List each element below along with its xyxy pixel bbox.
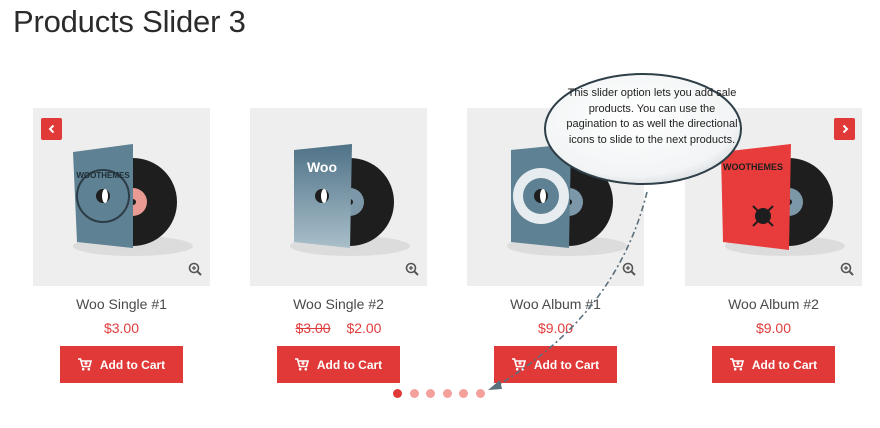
slider-next-button[interactable] <box>834 118 855 140</box>
pagination-dot[interactable] <box>442 389 452 398</box>
add-to-cart-label: Add to Cart <box>99 357 166 372</box>
add-to-cart-button[interactable]: Add to Cart <box>60 346 183 383</box>
current-price: $3.00 <box>103 320 140 336</box>
callout-pointer-arrow <box>488 191 648 390</box>
pagination-dot[interactable] <box>426 389 435 398</box>
product-price: $3.00 $2.00 <box>250 320 427 338</box>
product-price: $9.00 <box>685 320 862 338</box>
cart-icon <box>729 358 744 371</box>
callout-text: This slider option lets you add sale pro… <box>566 87 738 146</box>
pagination-dot[interactable] <box>409 389 419 398</box>
cart-icon <box>77 358 92 371</box>
original-price: $3.00 <box>295 320 331 336</box>
product-card: WOOTHEMES Woo Single #1 $3.00 Add to Car… <box>33 108 210 383</box>
slider-prev-button[interactable] <box>41 118 62 140</box>
add-to-cart-label: Add to Cart <box>316 357 383 372</box>
zoom-in-icon[interactable] <box>188 262 202 276</box>
add-to-cart-label: Add to Cart <box>751 357 818 372</box>
pagination-dot[interactable] <box>393 389 402 398</box>
zoom-in-icon[interactable] <box>405 262 419 276</box>
cart-icon <box>294 358 309 371</box>
zoom-in-icon[interactable] <box>840 262 854 276</box>
slider-pagination <box>393 389 485 398</box>
current-price: $9.00 <box>755 320 792 336</box>
pagination-dot[interactable] <box>459 389 468 398</box>
product-price: $3.00 <box>33 320 210 338</box>
record-sleeve-image: Woo <box>290 144 410 256</box>
chevron-right-icon <box>842 124 848 134</box>
product-card: Woo Woo Single #2 $3.00 $2.00 Add to Car… <box>250 108 427 383</box>
product-image[interactable]: Woo <box>250 108 427 286</box>
product-name[interactable]: Woo Single #1 <box>33 296 210 314</box>
product-name[interactable]: Woo Album #2 <box>685 296 862 314</box>
add-to-cart-button[interactable]: Add to Cart <box>277 346 400 383</box>
add-to-cart-button[interactable]: Add to Cart <box>712 346 835 383</box>
chevron-left-icon <box>48 124 54 134</box>
products-slider: WOOTHEMES Woo Single #1 $3.00 Add to Car… <box>0 0 880 428</box>
svg-text:Woo: Woo <box>307 159 337 175</box>
sale-price: $2.00 <box>346 320 382 336</box>
svg-text:WOOTHEMES: WOOTHEMES <box>76 171 130 180</box>
product-name[interactable]: Woo Single #2 <box>250 296 427 314</box>
